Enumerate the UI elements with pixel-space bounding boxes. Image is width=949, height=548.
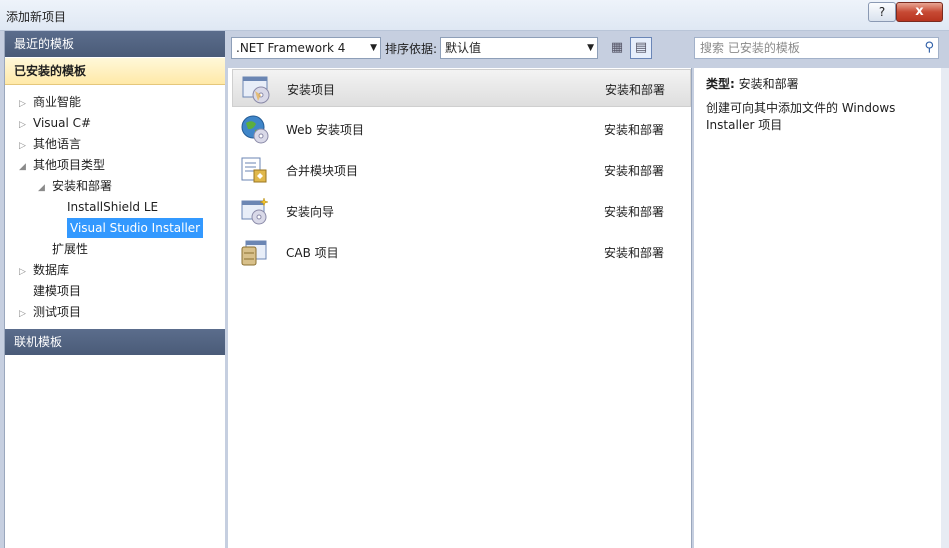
- sort-value: 默认值: [445, 41, 482, 55]
- template-categories-pane: 最近的模板 已安装的模板 ▷ 商业智能 ▷ Visual C# ▷ 其他语言 ◢ 其他项…: [4, 31, 225, 548]
- tree-item-test-projects[interactable]: ▷ 测试项目: [19, 302, 81, 322]
- item-category: 安装和部署: [604, 123, 665, 137]
- tree-item-label: Visual C#: [33, 116, 92, 130]
- item-name: 合并模块项目: [286, 164, 359, 178]
- item-category: 安装和部署: [605, 83, 666, 97]
- template-list: 安装项目 安装和部署 Web 安装项目 安装和部署 合并模块项目 安装和部署 安…: [228, 68, 692, 548]
- list-item-web-setup[interactable]: Web 安装项目 安装和部署: [232, 110, 691, 148]
- list-item-merge-module[interactable]: 合并模块项目 安装和部署: [232, 151, 691, 189]
- tree-item-label: 商业智能: [33, 95, 82, 109]
- help-button[interactable]: ?: [868, 2, 896, 22]
- tree-item-label: 数据库: [33, 263, 70, 277]
- collapse-arrow-icon[interactable]: ◢: [38, 178, 52, 198]
- merge-module-icon: [240, 155, 270, 185]
- tree-item-installshield-le[interactable]: InstallShield LE: [67, 197, 158, 217]
- template-details-pane: 类型: 安装和部署 创建可向其中添加文件的 Windows Installer …: [694, 68, 941, 548]
- template-description: 创建可向其中添加文件的 Windows Installer 项目: [706, 101, 896, 132]
- list-view-icon[interactable]: ▦: [606, 37, 628, 59]
- expand-arrow-icon[interactable]: ▷: [19, 304, 33, 324]
- tree-item-vs-installer[interactable]: Visual Studio Installer: [67, 218, 204, 238]
- item-name: Web 安装项目: [286, 123, 364, 137]
- item-category: 安装和部署: [604, 164, 665, 178]
- expand-arrow-icon[interactable]: ▷: [19, 115, 33, 135]
- recent-templates-header[interactable]: 最近的模板: [5, 31, 225, 57]
- type-line: 类型: 安装和部署: [706, 75, 799, 92]
- item-name: 安装向导: [286, 205, 335, 219]
- tree-item-label: 安装和部署: [52, 179, 113, 193]
- details-view-icon[interactable]: ▤: [630, 37, 652, 59]
- tree-item-label: Visual Studio Installer: [70, 221, 201, 235]
- dialog-body: 最近的模板 已安装的模板 ▷ 商业智能 ▷ Visual C# ▷ 其他语言 ◢ 其他项…: [0, 31, 949, 548]
- tree-item-setup-deployment[interactable]: ◢ 安装和部署: [38, 176, 112, 196]
- scrollbar[interactable]: [941, 68, 949, 548]
- list-item-setup-project[interactable]: 安装项目 安装和部署: [232, 69, 691, 107]
- tree-item-business-intelligence[interactable]: ▷ 商业智能: [19, 92, 81, 112]
- tree-item-modeling-projects[interactable]: 建模项目: [33, 281, 81, 301]
- tree-item-label: 建模项目: [33, 284, 82, 298]
- collapse-arrow-icon[interactable]: ◢: [19, 157, 33, 177]
- framework-select[interactable]: .NET Framework 4 ▼: [231, 37, 381, 59]
- cab-project-icon: [240, 237, 270, 267]
- dropdown-arrow-icon: ▼: [587, 43, 594, 53]
- dropdown-arrow-icon: ▼: [370, 43, 377, 53]
- expand-arrow-icon[interactable]: ▷: [19, 262, 33, 282]
- tree-item-other-languages[interactable]: ▷ 其他语言: [19, 134, 81, 154]
- tree-item-visual-csharp[interactable]: ▷ Visual C#: [19, 113, 91, 133]
- item-category: 安装和部署: [604, 246, 665, 260]
- tree-item-label: InstallShield LE: [67, 200, 159, 214]
- type-value: 安装和部署: [738, 77, 799, 91]
- title-bar: 添加新项目 ? x: [0, 0, 949, 31]
- tree-item-database[interactable]: ▷ 数据库: [19, 260, 69, 280]
- tree-item-label: 测试项目: [33, 305, 82, 319]
- search-placeholder: 搜索 已安装的模板: [700, 41, 800, 55]
- sort-label: 排序依据:: [385, 42, 438, 56]
- tree-item-label: 其他语言: [33, 137, 82, 151]
- sort-select[interactable]: 默认值 ▼: [440, 37, 598, 59]
- item-name: CAB 项目: [286, 246, 339, 260]
- list-item-cab-project[interactable]: CAB 项目 安装和部署: [232, 233, 691, 271]
- list-item-setup-wizard[interactable]: 安装向导 安装和部署: [232, 192, 691, 230]
- item-name: 安装项目: [287, 83, 336, 97]
- window-title: 添加新项目: [6, 10, 67, 24]
- item-category: 安装和部署: [604, 205, 665, 219]
- search-input[interactable]: 搜索 已安装的模板 ⚲: [694, 37, 939, 59]
- template-toolbar: .NET Framework 4 ▼ 排序依据: 默认值 ▼ ▦ ▤: [228, 37, 688, 61]
- expand-arrow-icon[interactable]: ▷: [19, 136, 33, 156]
- tree-item-label: 扩展性: [52, 242, 89, 256]
- online-templates-header[interactable]: 联机模板: [5, 329, 225, 355]
- setup-project-icon: [241, 74, 271, 104]
- tree-item-label: 其他项目类型: [33, 158, 106, 172]
- framework-value: .NET Framework 4: [236, 41, 346, 55]
- web-setup-icon: [240, 114, 270, 144]
- installed-templates-header[interactable]: 已安装的模板: [5, 58, 225, 85]
- tree-item-other-project-types[interactable]: ◢ 其他项目类型: [19, 155, 105, 175]
- setup-wizard-icon: [240, 196, 270, 226]
- tree-item-extensibility[interactable]: 扩展性: [52, 239, 88, 259]
- type-label: 类型:: [706, 77, 735, 91]
- close-button[interactable]: x: [896, 2, 943, 22]
- search-icon[interactable]: ⚲: [924, 38, 934, 58]
- expand-arrow-icon[interactable]: ▷: [19, 94, 33, 114]
